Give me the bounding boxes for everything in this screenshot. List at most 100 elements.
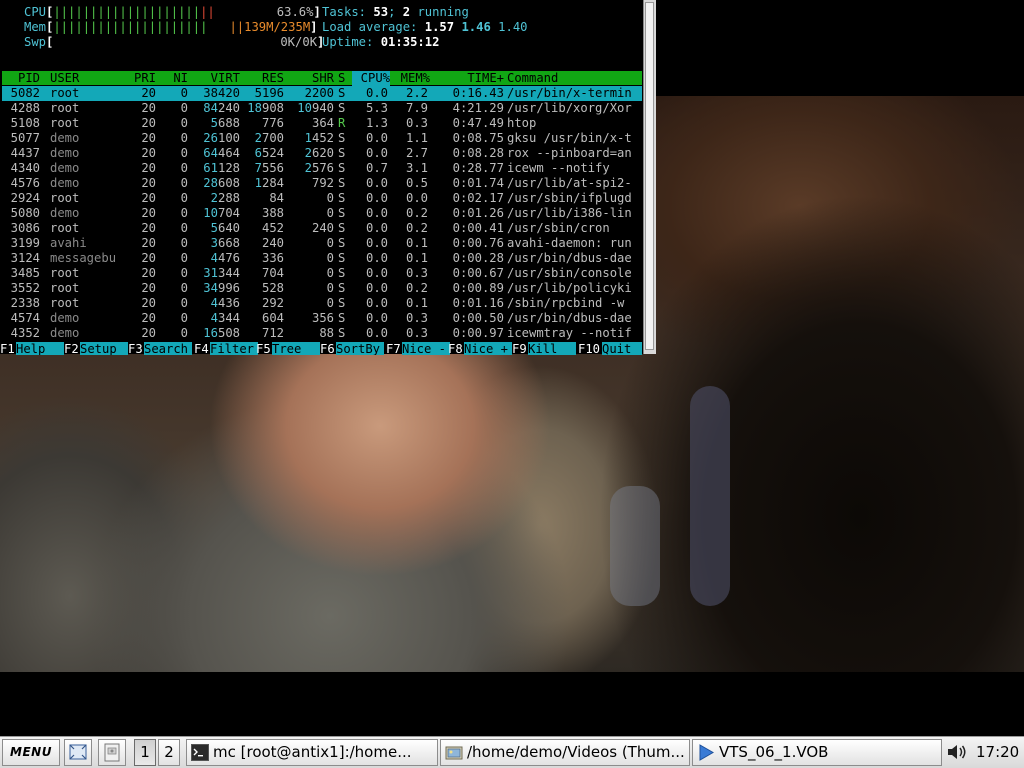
process-cell-pid: 2924 (10, 191, 40, 205)
workspace-2-button[interactable]: 2 (158, 739, 180, 766)
process-cell-user: root (50, 221, 80, 235)
file-manager-launcher-button[interactable] (98, 739, 126, 766)
column-header-pid[interactable]: PID (2, 71, 40, 86)
htop-terminal-window[interactable]: CPU[|||||||||||||||||||||| 63.6%] Mem[|||… (0, 0, 656, 355)
column-header-shr[interactable]: SHR (284, 71, 334, 86)
file-manager-icon (445, 746, 463, 760)
column-header-pri[interactable]: PRI (126, 71, 156, 86)
column-header-cpu[interactable]: CPU% (352, 71, 390, 86)
show-desktop-button[interactable] (64, 739, 92, 766)
fkey-f10[interactable]: F10 (578, 342, 600, 355)
uptime-label: Uptime: (322, 35, 374, 49)
process-cell-virt: 26100 (203, 131, 240, 145)
process-cell-shr: 0 (326, 236, 334, 250)
process-cell-time: 0:00.67 (452, 266, 504, 280)
fkey-f6-label[interactable]: SortBy (336, 342, 384, 355)
process-row[interactable]: 4352 demo 20 0 16508 712 88 S 0.0 0.3 0:00.97 icewm… (2, 326, 642, 341)
task-button-terminal[interactable]: mc [root@antix1]:/home... (186, 739, 438, 766)
process-cell-s: R (338, 116, 346, 130)
fkey-f5-label[interactable]: Tree (272, 342, 320, 355)
process-cell-shr: 0 (326, 251, 334, 265)
process-cell-ni: 0 (180, 131, 188, 145)
column-header-res[interactable]: RES (240, 71, 284, 86)
process-row[interactable]: 5082 root 20 0 38420 5196 2200 S 0.0 2.2 0:16.43/u… (2, 86, 642, 101)
process-cell-time: 0:00.50 (452, 311, 504, 325)
process-cell-ni: 0 (180, 296, 188, 310)
fkey-f8[interactable]: F8 (448, 342, 463, 355)
process-row[interactable]: 4340 demo 20 0 61128 7556 2576 S 0.7 3.1 0:28.77 ic… (2, 161, 642, 176)
swp-meter-value: 0K/0K (280, 35, 318, 49)
process-cell-cmd: /sbin/rpcbind -w (507, 296, 625, 310)
column-header-virt[interactable]: VIRT (192, 71, 240, 86)
process-cell-time: 0:02.17 (452, 191, 504, 205)
process-row[interactable]: 3086 root 20 0 5640 452 240 S 0.0 0.2 0:00.41/usr/… (2, 221, 642, 236)
process-cell-ni: 0 (180, 266, 188, 280)
process-row[interactable]: 3124 messagebu 20 0 4476 336 0 S 0.0 0.1 0:00.28/u… (2, 251, 642, 266)
fkey-f9-label[interactable]: Kill (528, 342, 576, 355)
fkey-f10-label[interactable]: Quit (602, 342, 642, 355)
column-header-mem[interactable]: MEM% (394, 71, 430, 86)
fkey-f3-label[interactable]: Search (144, 342, 192, 355)
task-button-file-manager[interactable]: /home/demo/Videos (Thum... (440, 739, 690, 766)
process-cell-pri: 20 (141, 236, 156, 250)
process-cell-pri: 20 (141, 311, 156, 325)
volume-icon[interactable] (946, 743, 968, 761)
column-header-time[interactable]: TIME+ (434, 71, 504, 86)
tasks-label: Tasks: (322, 5, 367, 19)
fkey-f9[interactable]: F9 (512, 342, 527, 355)
process-cell-ni: 0 (180, 146, 188, 160)
fkey-f4-label[interactable]: Filter (210, 342, 258, 355)
process-cell-res: 7556 (254, 161, 284, 175)
process-cell-ni: 0 (180, 191, 188, 205)
fkey-f2[interactable]: F2 (64, 342, 79, 355)
process-row[interactable]: 3552 root 20 0 34996 528 0 S 0.0 0.2 0:00.89/usr/l… (2, 281, 642, 296)
process-cell-user: root (50, 116, 80, 130)
fkey-f8-label[interactable]: Nice + (464, 342, 512, 355)
process-cell-user: demo (50, 131, 80, 145)
process-row[interactable]: 4576 demo 20 0 28608 1284 792 S 0.0 0.5 0:01.74/us… (2, 176, 642, 191)
cpu-bar-green: |||||||||||||||||||| (53, 5, 201, 19)
fkey-f7[interactable]: F7 (386, 342, 401, 355)
process-cell-time: 0:00.97 (452, 326, 504, 340)
fkey-f2-label[interactable]: Setup (80, 342, 128, 355)
fkey-f6[interactable]: F6 (320, 342, 335, 355)
start-menu-button[interactable]: MENU (2, 739, 60, 766)
process-row[interactable]: 4574 demo 20 0 4344 604 356 S 0.0 0.3 0:00.50/usr/… (2, 311, 642, 326)
fkey-f4[interactable]: F4 (194, 342, 209, 355)
process-cell-cpu: 0.0 (365, 86, 388, 100)
workspace-1-button[interactable]: 1 (134, 739, 156, 766)
process-cell-pid: 3124 (10, 251, 40, 265)
fkey-f5[interactable]: F5 (256, 342, 271, 355)
process-cell-pri: 20 (141, 206, 156, 220)
fkey-f1[interactable]: F1 (0, 342, 15, 355)
terminal-scrollbar[interactable] (643, 0, 656, 354)
process-row[interactable]: 3199 avahi 20 0 3668 240 0 S 0.0 0.1 0:00.76 avahi-… (2, 236, 642, 251)
fkey-f3[interactable]: F3 (128, 342, 143, 355)
terminal-scrollbar-thumb[interactable] (645, 2, 654, 350)
task-title-terminal: mc [root@antix1]:/home... (213, 743, 412, 761)
process-row[interactable]: 3485 root 20 0 31344 704 0 S 0.0 0.3 0:00.67/usr/s… (2, 266, 642, 281)
fkey-f7-label[interactable]: Nice - (402, 342, 450, 355)
process-list[interactable]: 5082 root 20 0 38420 5196 2200 S 0.0 2.2 0:16.43/u… (2, 86, 642, 341)
process-cell-cmd: gksu /usr/bin/x-t (507, 131, 632, 145)
process-row[interactable]: 5077 demo 20 0 26100 2700 1452 S 0.0 1.1 0:08.75 gk… (2, 131, 642, 146)
clock[interactable]: 17:20 (976, 739, 1019, 766)
process-row[interactable]: 5080 demo 20 0 10704 388 0 S 0.0 0.2 0:01.26/usr/l… (2, 206, 642, 221)
column-header-ni[interactable]: NI (162, 71, 188, 86)
process-row[interactable]: 4437 demo 20 0 64464 6524 2620 S 0.0 2.7 0:08.28 ro… (2, 146, 642, 161)
process-row[interactable]: 5108 root 20 0 5688 776 364 R 1.3 0.3 0:47.49 htop (2, 116, 642, 131)
process-cell-shr: 2200 (304, 86, 334, 100)
process-row[interactable]: 4288 root 20 0 84240 18908 10940 S 5.3 7.9 4:21.29… (2, 101, 642, 116)
column-header-user[interactable]: USER (50, 71, 126, 86)
task-button-media-player[interactable]: VTS_06_1.VOB (692, 739, 942, 766)
load-1min: 1.57 (424, 20, 455, 34)
process-cell-mem: 2.2 (405, 86, 428, 100)
column-header-command[interactable]: Command (507, 71, 641, 86)
process-table-header[interactable]: PID USER PRI NI VIRT RES SHR S CPU% MEM% TIME+ Comm… (2, 71, 642, 86)
function-key-bar[interactable]: F1 Help F2 Setup F3 Search F4 Filter F5 Tree F6 Sor… (0, 342, 644, 355)
process-cell-user: demo (50, 311, 80, 325)
process-row[interactable]: 2338 root 20 0 4436 292 0 S 0.0 0.1 0:01.16/sbin/r… (2, 296, 642, 311)
column-header-s[interactable]: S (338, 71, 352, 86)
fkey-f1-label[interactable]: Help (16, 342, 64, 355)
process-row[interactable]: 2924 root 20 0 2288 84 0 S 0.0 0.0 0:02.17/usr/sbi… (2, 191, 642, 206)
